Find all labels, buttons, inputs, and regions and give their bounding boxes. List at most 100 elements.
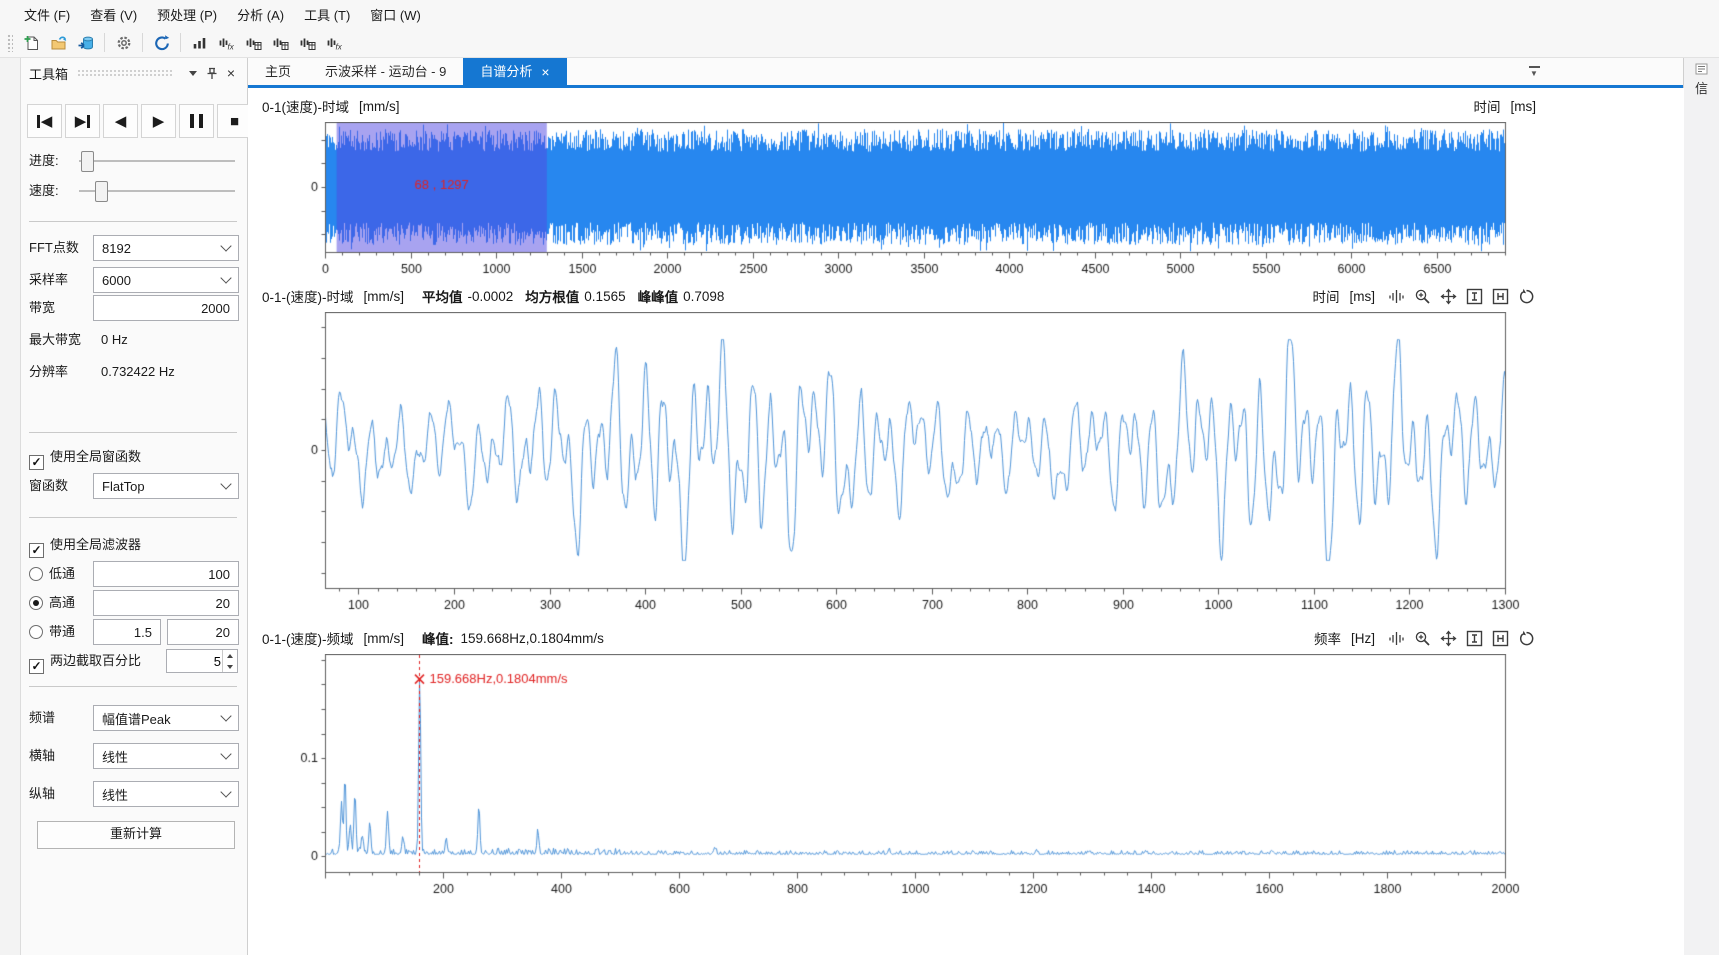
time-chart-header: 0-1-(速度)-时域 [mm/s] 平均值 -0.0002 均方根值 0.15… — [262, 286, 1536, 306]
spectrum-type-label: 频谱 — [29, 710, 55, 725]
settings-gear-icon[interactable] — [110, 30, 137, 55]
signal-cursor-icon[interactable] — [1387, 629, 1406, 648]
mean-label: 平均值 — [422, 286, 463, 306]
fft-points-select[interactable]: 8192 — [93, 235, 239, 261]
spin-up-icon[interactable] — [223, 650, 237, 661]
waveform-table-icon-3[interactable] — [294, 30, 321, 55]
xaxis-scale-select[interactable]: 线性 — [93, 743, 239, 769]
menu-window[interactable]: 窗口 (W) — [360, 0, 431, 29]
toolbar-separator — [104, 33, 105, 52]
spectrum-type-row: 频谱 幅值谱Peak — [29, 705, 237, 731]
bandpass-label: 带通 — [49, 619, 75, 645]
speed-slider[interactable] — [79, 190, 235, 192]
chevron-down-icon — [220, 272, 231, 283]
signal-cursor-icon[interactable] — [1387, 287, 1406, 306]
divider — [29, 432, 237, 433]
rms-label: 均方根值 — [525, 286, 579, 306]
reset-view-icon[interactable] — [1517, 287, 1536, 306]
time-chart-title: 0-1-(速度)-时域 — [262, 286, 354, 306]
step-back-button[interactable]: ◀ — [103, 104, 138, 138]
spectrum-chart-title: 0-1-(速度)-频域 — [262, 628, 354, 648]
new-file-icon[interactable] — [18, 30, 45, 55]
spin-down-icon[interactable] — [223, 661, 237, 672]
yaxis-scale-label: 纵轴 — [29, 786, 55, 801]
toolbar-drag-handle[interactable] — [7, 34, 13, 52]
panel-drag-texture[interactable] — [77, 69, 173, 77]
frequency-spectrum-chart[interactable] — [248, 654, 1681, 906]
horizontal-cursor-icon[interactable] — [1491, 287, 1510, 306]
use-filter-checkbox[interactable]: ✓ — [29, 543, 44, 558]
speed-slider-thumb[interactable] — [95, 181, 108, 202]
highpass-input[interactable] — [93, 590, 239, 616]
chart-area: 0-1(速度)-时域 [mm/s] 时间 [ms] 0-1-(速度)-时域 [m… — [248, 88, 1684, 955]
panel-pin-icon[interactable] — [204, 65, 220, 81]
waveform-fx-icon-2[interactable]: fx — [321, 30, 348, 55]
pan-icon[interactable] — [1439, 629, 1458, 648]
highpass-label: 高通 — [49, 590, 75, 616]
waveform-table-icon-2[interactable] — [267, 30, 294, 55]
panel-close-icon[interactable]: × — [223, 65, 239, 81]
spectrum-type-select[interactable]: 幅值谱Peak — [93, 705, 239, 731]
progress-slider[interactable] — [79, 160, 235, 162]
lowpass-input[interactable] — [93, 561, 239, 587]
panel-menu-caret-icon[interactable] — [185, 65, 201, 81]
main-toolbar: fx fx — [0, 28, 1719, 58]
signal-list-collapsed-tab[interactable]: 信 — [1683, 58, 1719, 955]
skip-to-end-button[interactable]: ▶ — [65, 104, 100, 138]
spectrum-chart-header: 0-1-(速度)-频域 [mm/s] 峰值: 159.668Hz,0.1804m… — [262, 628, 1536, 648]
menu-view[interactable]: 查看 (V) — [80, 0, 147, 29]
use-window-checkbox[interactable]: ✓ — [29, 455, 44, 470]
open-file-icon[interactable] — [45, 30, 72, 55]
trim-percent-checkbox[interactable]: ✓ — [29, 659, 44, 674]
menu-analysis[interactable]: 分析 (A) — [227, 0, 294, 29]
menu-file[interactable]: 文件 (F) — [14, 0, 80, 29]
max-bandwidth-row: 最大带宽 0 Hz — [29, 331, 237, 349]
resolution-value: 0.732422 Hz — [101, 363, 175, 381]
export-data-icon[interactable] — [72, 30, 99, 55]
skip-to-start-button[interactable]: ◀ — [27, 104, 62, 138]
bandwidth-input[interactable] — [93, 295, 239, 321]
spectrum-xaxis-title: 频率 — [1314, 628, 1341, 648]
bandpass-radio[interactable] — [29, 625, 43, 639]
toolbar-separator — [142, 33, 143, 52]
play-button[interactable]: ▶ — [141, 104, 176, 138]
tab-close-icon[interactable]: × — [541, 65, 549, 79]
progress-slider-thumb[interactable] — [81, 151, 94, 172]
overview-xaxis-unit: [ms] — [1511, 99, 1537, 114]
menu-tools[interactable]: 工具 (T) — [294, 0, 360, 29]
vertical-cursor-icon[interactable] — [1465, 287, 1484, 306]
yaxis-scale-select[interactable]: 线性 — [93, 781, 239, 807]
waveform-table-icon-1[interactable] — [240, 30, 267, 55]
sample-rate-select[interactable]: 6000 — [93, 267, 239, 293]
bar-chart-icon[interactable] — [186, 30, 213, 55]
peak-value: 159.668Hz,0.1804mm/s — [461, 631, 604, 646]
tab-oscilloscope-sampling[interactable]: 示波采样 - 运动台 - 9 — [308, 58, 463, 85]
lowpass-row: 低通 — [29, 561, 237, 587]
sample-rate-row: 采样率 6000 — [29, 267, 237, 293]
pan-icon[interactable] — [1439, 287, 1458, 306]
vertical-cursor-icon[interactable] — [1465, 629, 1484, 648]
bandpass-low-input[interactable] — [93, 619, 161, 645]
pause-button[interactable] — [179, 104, 214, 138]
stop-button[interactable]: ■ — [217, 104, 252, 138]
highpass-radio[interactable] — [29, 596, 43, 610]
divider — [29, 686, 237, 687]
tab-home[interactable]: 主页 — [248, 58, 308, 85]
menu-preprocess[interactable]: 预处理 (P) — [147, 0, 227, 29]
tab-list-dropdown-icon[interactable]: ▼ — [1525, 64, 1543, 80]
refresh-icon[interactable] — [148, 30, 175, 55]
reset-view-icon[interactable] — [1517, 629, 1536, 648]
bandpass-high-input[interactable] — [167, 619, 239, 645]
xaxis-scale-label: 横轴 — [29, 748, 55, 763]
tab-auto-spectrum-analysis[interactable]: 自谱分析 × — [463, 58, 566, 85]
zoom-in-icon[interactable] — [1413, 629, 1432, 648]
time-domain-chart[interactable] — [248, 312, 1681, 620]
overview-waveform-chart[interactable] — [248, 122, 1681, 288]
recalculate-button[interactable]: 重新计算 — [37, 821, 235, 849]
waveform-fx-icon[interactable]: fx — [213, 30, 240, 55]
window-fn-select[interactable]: FlatTop — [93, 473, 239, 499]
lowpass-radio[interactable] — [29, 567, 43, 581]
trim-percent-input[interactable] — [167, 650, 225, 672]
horizontal-cursor-icon[interactable] — [1491, 629, 1510, 648]
zoom-in-icon[interactable] — [1413, 287, 1432, 306]
